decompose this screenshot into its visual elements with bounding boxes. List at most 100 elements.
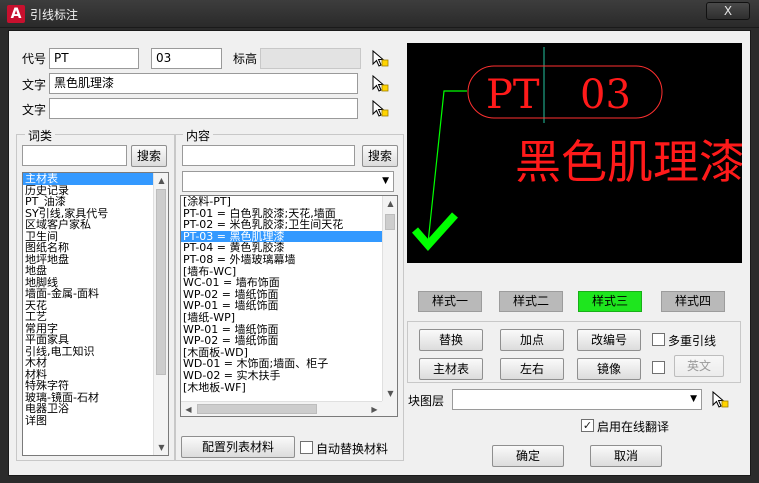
text2-label: 文字 (22, 103, 47, 117)
style-button-4[interactable]: 样式四 (661, 291, 725, 312)
scroll-right-icon[interactable]: ▶ (367, 402, 382, 416)
category-list-item[interactable]: 特殊字符 (23, 380, 168, 392)
content-list-item[interactable]: [墙纸-WP] (181, 312, 397, 324)
scroll-left-icon[interactable]: ◀ (181, 402, 196, 416)
pick-text2-button[interactable] (369, 98, 389, 118)
category-list-item[interactable]: 地坪地盘 (23, 254, 168, 266)
renumber-button[interactable]: 改编号 (577, 329, 641, 351)
style-button-2[interactable]: 样式二 (499, 291, 563, 312)
english-button[interactable]: 英文 (674, 355, 724, 377)
category-search-button[interactable]: 搜索 (131, 145, 167, 167)
scroll-down-icon[interactable]: ▼ (154, 440, 168, 455)
scroll-thumb[interactable] (197, 404, 317, 414)
category-list-item[interactable]: PT_油漆 (23, 196, 168, 208)
dialog-body: 代号 PT 03 标高 文字 黑色肌理漆 文字 词类 搜索 主材表 历史记录 PT_… (8, 30, 751, 476)
content-dropdown[interactable]: ▼ (182, 171, 394, 192)
category-list-item[interactable]: 引线,电工知识 (23, 346, 168, 358)
category-scrollbar[interactable]: ▲ ▼ (153, 173, 168, 455)
close-button[interactable]: X (706, 2, 750, 20)
category-list-item[interactable]: 常用字 (23, 323, 168, 335)
left-right-button[interactable]: 左右 (500, 358, 564, 380)
content-list-item[interactable]: PT-03 = 黑色肌理漆 (181, 230, 397, 243)
chevron-down-icon: ▼ (690, 394, 697, 404)
category-list-item[interactable]: 区域客户家私 (23, 219, 168, 231)
category-list-item[interactable]: 玻璃-镜面-石材 (23, 392, 168, 404)
content-list-item[interactable]: WP-01 = 墙纸饰面 (181, 324, 397, 336)
content-list-item[interactable]: [木面板-WD] (181, 347, 397, 359)
content-hscrollbar[interactable]: ◀ ▶ (181, 401, 382, 416)
category-list-item[interactable]: 卫生间 (23, 231, 168, 243)
category-list-item[interactable]: 天花 (23, 300, 168, 312)
number-input[interactable]: 03 (151, 48, 222, 69)
category-list-item[interactable]: 材料 (23, 369, 168, 381)
content-list[interactable]: [涂料-PT] PT-01 = 白色乳胶漆;天花,墙面 PT-02 = 米色乳胶漆;… (180, 195, 398, 417)
category-list-item[interactable]: 电器卫浴 (23, 403, 168, 415)
pick-elevation-button[interactable] (369, 48, 389, 68)
style-button-1[interactable]: 样式一 (418, 291, 482, 312)
english-checkbox[interactable] (652, 361, 665, 374)
title-bar[interactable]: A 引线标注 X (0, 0, 759, 28)
layer-dropdown[interactable]: ▼ (452, 389, 702, 410)
category-title: 词类 (25, 127, 56, 144)
chevron-down-icon: ▼ (382, 176, 389, 186)
auto-replace-checkbox[interactable] (300, 441, 313, 454)
category-list[interactable]: 主材表 历史记录 PT_油漆 SY引线,家具代号 区域客户家私 卫生间 图纸名称 地坪地盘 地盘… (22, 172, 169, 456)
content-list-item[interactable]: PT-08 = 外墙玻璃幕墙 (181, 254, 397, 266)
scroll-up-icon[interactable]: ▲ (383, 196, 397, 211)
category-list-item[interactable]: SY引线,家具代号 (23, 208, 168, 220)
content-list-item[interactable]: WP-02 = 墙纸饰面 (181, 335, 397, 347)
scroll-up-icon[interactable]: ▲ (154, 173, 168, 188)
category-list-item[interactable]: 平面家具 (23, 334, 168, 346)
scroll-thumb[interactable] (385, 214, 395, 230)
scroll-down-icon[interactable]: ▼ (383, 386, 397, 401)
content-list-item[interactable]: PT-04 = 黄色乳胶漆 (181, 242, 397, 254)
replace-button[interactable]: 替换 (419, 329, 483, 351)
content-search-input[interactable] (182, 145, 355, 166)
multi-leader-checkbox[interactable] (652, 333, 665, 346)
add-point-button[interactable]: 加点 (500, 329, 564, 351)
content-list-item[interactable]: PT-01 = 白色乳胶漆;天花,墙面 (181, 208, 397, 220)
content-list-item[interactable]: WP-01 = 墙纸饰面 (181, 300, 397, 312)
category-list-item[interactable]: 木材 (23, 357, 168, 369)
category-list-item[interactable]: 地脚线 (23, 277, 168, 289)
category-list-item[interactable]: 图纸名称 (23, 242, 168, 254)
content-list-item[interactable]: [涂料-PT] (181, 196, 397, 208)
text1-input[interactable]: 黑色肌理漆 (49, 73, 358, 94)
cancel-button[interactable]: 取消 (590, 445, 662, 467)
pick-text1-button[interactable] (369, 73, 389, 93)
content-list-item[interactable]: [木地板-WF] (181, 382, 397, 394)
pick-layer-button[interactable] (709, 389, 729, 409)
content-list-item[interactable]: WD-02 = 实木扶手 (181, 370, 397, 382)
content-list-item[interactable]: [墙布-WC] (181, 266, 397, 278)
content-search-button[interactable]: 搜索 (362, 145, 398, 167)
scroll-corner (382, 401, 397, 416)
content-list-item[interactable]: PT-02 = 米色乳胶漆;卫生间天花 (181, 219, 397, 231)
category-list-item[interactable]: 地盘 (23, 265, 168, 277)
checkmark-icon: ✓ (582, 419, 593, 432)
content-list-item[interactable]: WP-02 = 墙纸饰面 (181, 289, 397, 301)
preview-number-text: 03 (580, 72, 631, 118)
pick-cursor-icon (372, 74, 389, 92)
style-button-3[interactable]: 样式三 (578, 291, 642, 312)
code-input[interactable]: PT (49, 48, 139, 69)
ok-button[interactable]: 确定 (492, 445, 564, 467)
layer-label: 块图层 (408, 394, 445, 408)
translate-checkbox[interactable]: ✓ (581, 419, 594, 432)
multi-leader-label: 多重引线 (668, 334, 717, 348)
scroll-thumb[interactable] (156, 189, 166, 375)
category-list-item[interactable]: 工艺 (23, 311, 168, 323)
text2-input[interactable] (49, 98, 358, 119)
material-table-button[interactable]: 主材表 (419, 358, 483, 380)
category-list-item[interactable]: 历史记录 (23, 185, 168, 197)
content-list-item[interactable]: WC-01 = 墙布饰面 (181, 277, 397, 289)
window-title: 引线标注 (30, 8, 79, 22)
category-list-item[interactable]: 详图 (23, 415, 168, 427)
config-list-button[interactable]: 配置列表材料 (181, 436, 295, 458)
category-list-item[interactable]: 墙面-金属-面料 (23, 288, 168, 300)
mirror-button[interactable]: 镜像 (577, 358, 641, 380)
content-list-item[interactable]: WD-01 = 木饰面;墙面、柜子 (181, 358, 397, 370)
elevation-input[interactable] (260, 48, 361, 69)
category-search-input[interactable] (22, 145, 127, 166)
content-vscrollbar[interactable]: ▲ ▼ (382, 196, 397, 401)
category-list-item[interactable]: 主材表 (23, 173, 168, 185)
